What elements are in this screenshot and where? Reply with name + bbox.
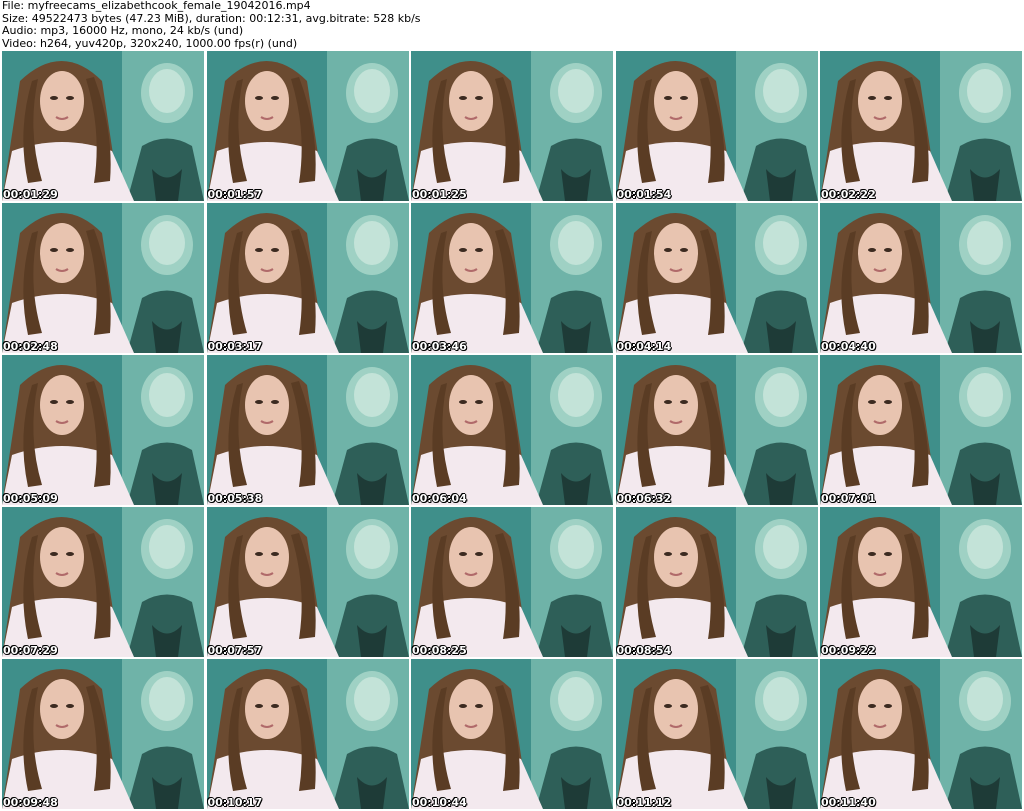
timestamp-label: 00:11:40 <box>821 796 876 809</box>
timestamp-label: 00:05:09 <box>3 492 58 505</box>
thumbnail-frame[interactable]: 00:01:54 <box>615 51 818 201</box>
thumbnail-frame[interactable]: 00:07:57 <box>206 507 409 657</box>
video-frame-image <box>411 51 613 201</box>
thumbnail-frame[interactable]: 00:04:40 <box>820 203 1022 353</box>
thumbnail-frame[interactable]: 00:05:38 <box>206 355 409 505</box>
thumbnail-frame[interactable]: 00:02:22 <box>820 51 1022 201</box>
video-frame-image <box>411 659 613 809</box>
timestamp-label: 00:07:01 <box>821 492 876 505</box>
timestamp-label: 00:10:17 <box>207 796 263 809</box>
file-name-line: File: myfreecams_elizabethcook_female_19… <box>2 0 311 12</box>
video-frame-image <box>615 355 818 505</box>
thumbnail-frame[interactable]: 00:08:25 <box>411 507 613 657</box>
timestamp-label: 00:02:48 <box>3 340 58 353</box>
timestamp-label: 00:05:38 <box>207 492 263 505</box>
thumbnail-frame[interactable]: 00:01:57 <box>206 51 409 201</box>
audio-info-line: Audio: mp3, 16000 Hz, mono, 24 kb/s (und… <box>2 24 244 37</box>
timestamp-label: 00:01:25 <box>412 188 467 201</box>
timestamp-label: 00:09:48 <box>3 796 58 809</box>
video-frame-image <box>615 51 818 201</box>
thumbnail-frame[interactable]: 00:11:12 <box>615 659 818 809</box>
thumbnail-frame[interactable]: 00:07:01 <box>820 355 1022 505</box>
video-frame-image <box>206 51 409 201</box>
timestamp-label: 00:08:25 <box>412 644 467 657</box>
thumbnail-frame[interactable]: 00:06:04 <box>411 355 613 505</box>
video-frame-image <box>615 507 818 657</box>
video-frame-image <box>820 203 1022 353</box>
timestamp-label: 00:01:29 <box>3 188 58 201</box>
thumbnail-frame[interactable]: 00:02:48 <box>2 203 204 353</box>
video-frame-image <box>820 659 1022 809</box>
timestamp-label: 00:03:46 <box>412 340 467 353</box>
video-frame-image <box>2 659 204 809</box>
thumbnail-frame[interactable]: 00:04:14 <box>615 203 818 353</box>
timestamp-label: 00:06:32 <box>616 492 672 505</box>
thumbnail-frame[interactable]: 00:11:40 <box>820 659 1022 809</box>
thumbnail-frame[interactable]: 00:01:25 <box>411 51 613 201</box>
thumbnail-frame[interactable]: 00:05:09 <box>2 355 204 505</box>
thumbnail-frame[interactable]: 00:10:17 <box>206 659 409 809</box>
timestamp-label: 00:03:17 <box>207 340 263 353</box>
thumbnail-frame[interactable]: 00:07:29 <box>2 507 204 657</box>
timestamp-label: 00:01:54 <box>616 188 672 201</box>
timestamp-label: 00:06:04 <box>412 492 467 505</box>
video-frame-image <box>615 203 818 353</box>
timestamp-label: 00:04:40 <box>821 340 876 353</box>
video-frame-image <box>411 203 613 353</box>
thumbnail-frame[interactable]: 00:10:44 <box>411 659 613 809</box>
timestamp-label: 00:07:57 <box>207 644 263 657</box>
timestamp-label: 00:09:22 <box>821 644 876 657</box>
video-frame-image <box>206 203 409 353</box>
video-frame-image <box>206 659 409 809</box>
thumbnail-frame[interactable]: 00:03:46 <box>411 203 613 353</box>
thumbnail-frame[interactable]: 00:09:22 <box>820 507 1022 657</box>
timestamp-label: 00:02:22 <box>821 188 876 201</box>
thumbnail-frame[interactable]: 00:01:29 <box>2 51 204 201</box>
timestamp-label: 00:07:29 <box>3 644 58 657</box>
video-frame-image <box>411 355 613 505</box>
thumbnail-frame[interactable]: 00:06:32 <box>615 355 818 505</box>
video-info-line: Video: h264, yuv420p, 320x240, 1000.00 f… <box>2 36 298 50</box>
timestamp-label: 00:04:14 <box>616 340 672 353</box>
video-info-header: File: myfreecams_elizabethcook_female_19… <box>2 0 1022 50</box>
video-frame-image <box>2 355 204 505</box>
video-frame-image <box>615 659 818 809</box>
timestamp-label: 00:11:12 <box>616 796 672 809</box>
video-frame-image <box>206 355 409 505</box>
timestamp-label: 00:08:54 <box>616 644 672 657</box>
thumbnail-frame[interactable]: 00:09:48 <box>2 659 204 809</box>
video-frame-image <box>411 507 613 657</box>
timestamp-label: 00:01:57 <box>207 188 263 201</box>
video-frame-image <box>206 507 409 657</box>
video-frame-image <box>2 507 204 657</box>
video-frame-image <box>820 355 1022 505</box>
video-frame-image <box>2 51 204 201</box>
video-frame-image <box>820 507 1022 657</box>
video-frame-image <box>2 203 204 353</box>
timestamp-label: 00:10:44 <box>412 796 467 809</box>
video-frame-image <box>820 51 1022 201</box>
thumbnail-frame[interactable]: 00:03:17 <box>206 203 409 353</box>
thumbnail-frame[interactable]: 00:08:54 <box>615 507 818 657</box>
thumbnail-grid: 00:01:29 00:01:57 00:01:25 00:01:54 00:0… <box>2 51 1022 809</box>
